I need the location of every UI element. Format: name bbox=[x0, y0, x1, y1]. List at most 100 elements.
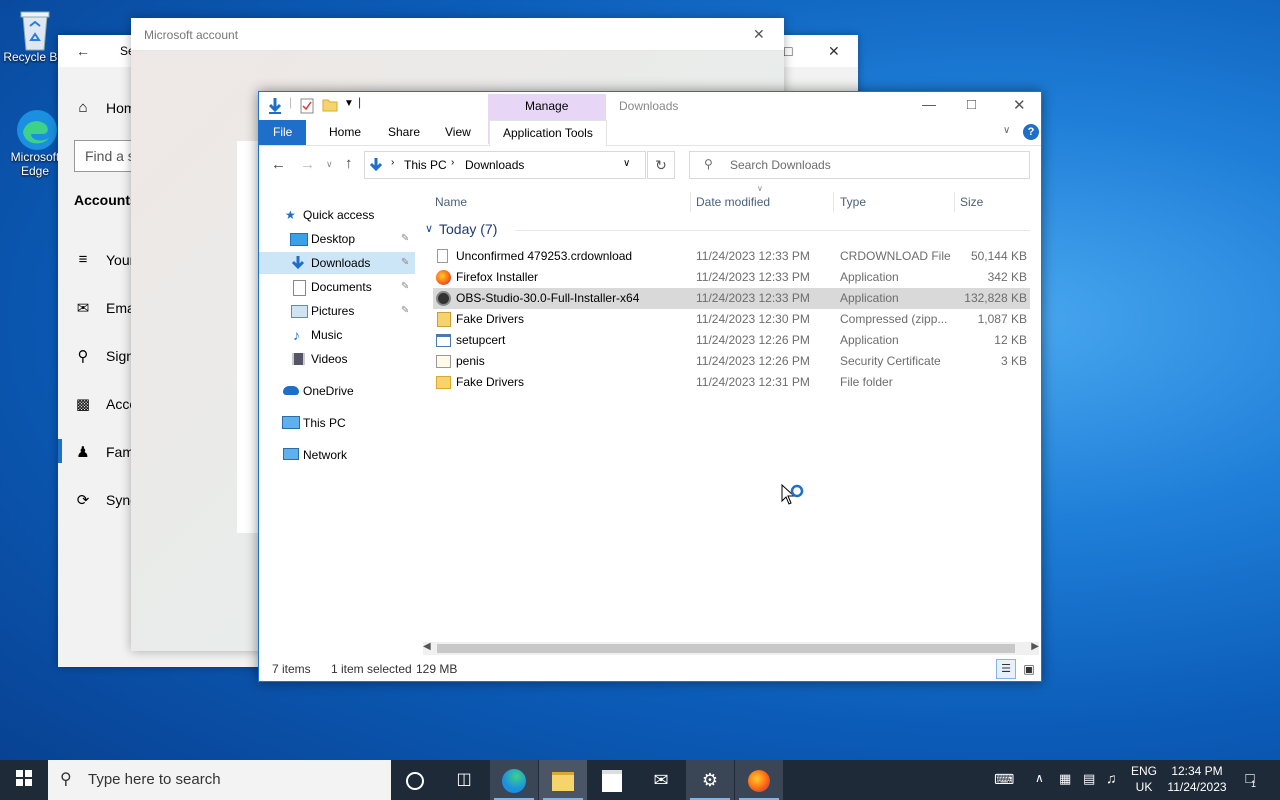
pin-icon[interactable]: ✎ bbox=[401, 276, 409, 298]
file-row[interactable]: penis 11/24/2023 12:26 PM Security Certi… bbox=[433, 351, 1030, 372]
column-header-size[interactable]: Size bbox=[960, 190, 983, 214]
settings-gear-icon[interactable]: ⚙ bbox=[686, 760, 734, 800]
network-tray-icon[interactable]: ▤ bbox=[1083, 771, 1095, 787]
close-icon[interactable]: ✕ bbox=[828, 43, 840, 60]
group-header-today[interactable]: ∨ Today (7) bbox=[425, 220, 1030, 242]
minimize-icon[interactable]: — bbox=[922, 96, 936, 112]
properties-icon[interactable] bbox=[300, 98, 314, 117]
settings-nav-family[interactable]: ♟ Fami bbox=[74, 443, 137, 461]
nav-quick-access[interactable]: ★ Quick access bbox=[259, 204, 415, 226]
column-divider[interactable] bbox=[833, 192, 834, 212]
breadcrumb-downloads[interactable]: Downloads bbox=[465, 158, 524, 172]
maximize-icon[interactable]: □ bbox=[784, 43, 792, 59]
address-row: ← → ∨ ↑ › This PC › Downloads ∨ ↻ ⚲ Sear… bbox=[259, 151, 1041, 183]
nav-this-pc[interactable]: This PC bbox=[259, 412, 415, 434]
file-row[interactable]: Firefox Installer 11/24/2023 12:33 PM Ap… bbox=[433, 267, 1030, 288]
tab-view[interactable]: View bbox=[432, 120, 484, 145]
column-header-type[interactable]: Type bbox=[840, 190, 866, 214]
settings-active-indicator bbox=[58, 439, 62, 463]
nav-onedrive[interactable]: OneDrive bbox=[259, 380, 415, 402]
column-header-date[interactable]: Date modified bbox=[696, 190, 770, 214]
file-row[interactable]: Fake Drivers 11/24/2023 12:31 PM File fo… bbox=[433, 372, 1030, 393]
pin-icon[interactable]: ✎ bbox=[401, 300, 409, 322]
busy-cursor-icon bbox=[781, 483, 807, 511]
tab-share[interactable]: Share bbox=[375, 120, 433, 145]
certificate-icon bbox=[436, 355, 451, 368]
firefox-icon bbox=[436, 270, 451, 285]
quick-access-dropdown-icon[interactable]: ▼ bbox=[344, 98, 354, 109]
settings-nav-email[interactable]: ✉ Ema bbox=[74, 299, 135, 317]
nav-pictures[interactable]: Pictures ✎ bbox=[259, 300, 415, 322]
close-icon[interactable]: ✕ bbox=[753, 26, 765, 43]
taskbar-firefox-icon[interactable] bbox=[735, 760, 783, 800]
large-icons-view-icon[interactable]: ▣ bbox=[1019, 659, 1039, 679]
up-arrow-icon[interactable]: ↑ bbox=[345, 155, 353, 172]
settings-nav-access[interactable]: ▩ Acce bbox=[74, 395, 137, 413]
column-divider[interactable] bbox=[954, 192, 955, 212]
nav-documents[interactable]: Documents ✎ bbox=[259, 276, 415, 298]
search-input[interactable]: ⚲ Search Downloads bbox=[689, 151, 1030, 179]
recent-locations-icon[interactable]: ∨ bbox=[326, 159, 333, 170]
search-icon: ⚲ bbox=[704, 157, 713, 171]
camera-icon[interactable]: ▦ bbox=[1059, 771, 1071, 787]
cortana-icon[interactable] bbox=[391, 760, 439, 800]
tab-home[interactable]: Home bbox=[316, 120, 374, 145]
explorer-titlebar[interactable]: | ▼ | Manage Downloads — □ ✕ bbox=[259, 92, 1041, 120]
mail-icon[interactable]: ✉ bbox=[637, 760, 685, 800]
nav-network[interactable]: Network bbox=[259, 444, 415, 466]
breadcrumb-this-pc[interactable]: This PC bbox=[404, 158, 447, 172]
chevron-up-icon[interactable]: ∧ bbox=[1035, 771, 1044, 785]
clock[interactable]: 12:34 PM 11/24/2023 bbox=[1160, 763, 1234, 795]
nav-videos[interactable]: Videos bbox=[259, 348, 415, 370]
column-header-name[interactable]: Name bbox=[435, 190, 467, 214]
new-folder-icon[interactable] bbox=[322, 98, 338, 115]
tab-file[interactable]: File bbox=[259, 120, 307, 145]
maximize-icon[interactable]: □ bbox=[967, 96, 976, 113]
msacct-titlebar[interactable]: Microsoft account ✕ bbox=[131, 18, 784, 51]
file-row[interactable]: setupcert 11/24/2023 12:26 PM Applicatio… bbox=[433, 330, 1030, 351]
taskbar-edge-icon[interactable] bbox=[490, 760, 538, 800]
close-icon[interactable]: ✕ bbox=[1013, 96, 1026, 114]
language-indicator[interactable]: ENG UK bbox=[1127, 763, 1161, 795]
settings-nav-sync[interactable]: ⟳ Sync bbox=[74, 491, 137, 509]
pin-icon[interactable]: ✎ bbox=[401, 252, 409, 274]
breadcrumb-chevron-icon[interactable]: › bbox=[391, 157, 394, 168]
scrollbar-thumb[interactable] bbox=[437, 644, 1015, 653]
nav-desktop[interactable]: Desktop ✎ bbox=[259, 228, 415, 250]
nav-music[interactable]: ♪ Music bbox=[259, 324, 415, 346]
back-arrow-icon[interactable]: ← bbox=[271, 156, 286, 173]
address-dropdown-icon[interactable]: ∨ bbox=[623, 158, 630, 169]
back-arrow-icon[interactable]: ← bbox=[76, 43, 90, 59]
file-row[interactable]: Unconfirmed 479253.crdownload 11/24/2023… bbox=[433, 246, 1030, 267]
scroll-left-icon[interactable]: ◀ bbox=[423, 641, 431, 652]
scroll-right-icon[interactable]: ▶ bbox=[1031, 641, 1039, 652]
tab-application-tools[interactable]: Application Tools bbox=[489, 120, 607, 146]
column-divider[interactable] bbox=[690, 192, 691, 212]
start-button[interactable] bbox=[0, 760, 48, 800]
address-bar[interactable]: › This PC › Downloads ∨ bbox=[364, 151, 646, 179]
notification-center-icon[interactable]: □ 1 bbox=[1238, 770, 1262, 789]
taskbar-file-explorer-icon[interactable] bbox=[539, 760, 587, 800]
keyboard-icon[interactable]: ⌨ bbox=[994, 771, 1014, 788]
status-selected: 1 item selected bbox=[331, 662, 412, 676]
home-icon: ⌂ bbox=[78, 99, 88, 116]
file-explorer-window[interactable]: | ▼ | Manage Downloads — □ ✕ File Home S… bbox=[258, 91, 1042, 682]
ribbon-expand-icon[interactable]: ∨ bbox=[1003, 125, 1010, 136]
details-view-icon[interactable]: ☰ bbox=[996, 659, 1016, 679]
file-row-selected[interactable]: OBS-Studio-30.0-Full-Installer-x64 11/24… bbox=[433, 288, 1030, 309]
refresh-button[interactable]: ↻ bbox=[647, 151, 675, 179]
file-row[interactable]: Fake Drivers 11/24/2023 12:30 PM Compres… bbox=[433, 309, 1030, 330]
help-icon[interactable]: ? bbox=[1023, 124, 1039, 140]
pin-icon[interactable]: ✎ bbox=[401, 228, 409, 250]
nav-downloads[interactable]: Downloads ✎ bbox=[259, 252, 415, 274]
forward-arrow-icon[interactable]: → bbox=[300, 156, 315, 173]
settings-nav-sign-in[interactable]: ⚲ Sign bbox=[74, 347, 135, 365]
taskbar-search-input[interactable]: ⚲ Type here to search bbox=[48, 760, 391, 800]
settings-nav-your-info[interactable]: ≡ Your bbox=[74, 251, 135, 268]
volume-icon[interactable]: ♫ bbox=[1106, 770, 1117, 786]
breadcrumb-chevron-icon[interactable]: › bbox=[451, 157, 454, 168]
store-icon[interactable] bbox=[588, 760, 636, 800]
task-view-icon[interactable]: ◫ bbox=[440, 760, 488, 800]
horizontal-scrollbar[interactable]: ◀ ▶ bbox=[423, 641, 1039, 655]
manage-label: Manage bbox=[525, 99, 569, 113]
